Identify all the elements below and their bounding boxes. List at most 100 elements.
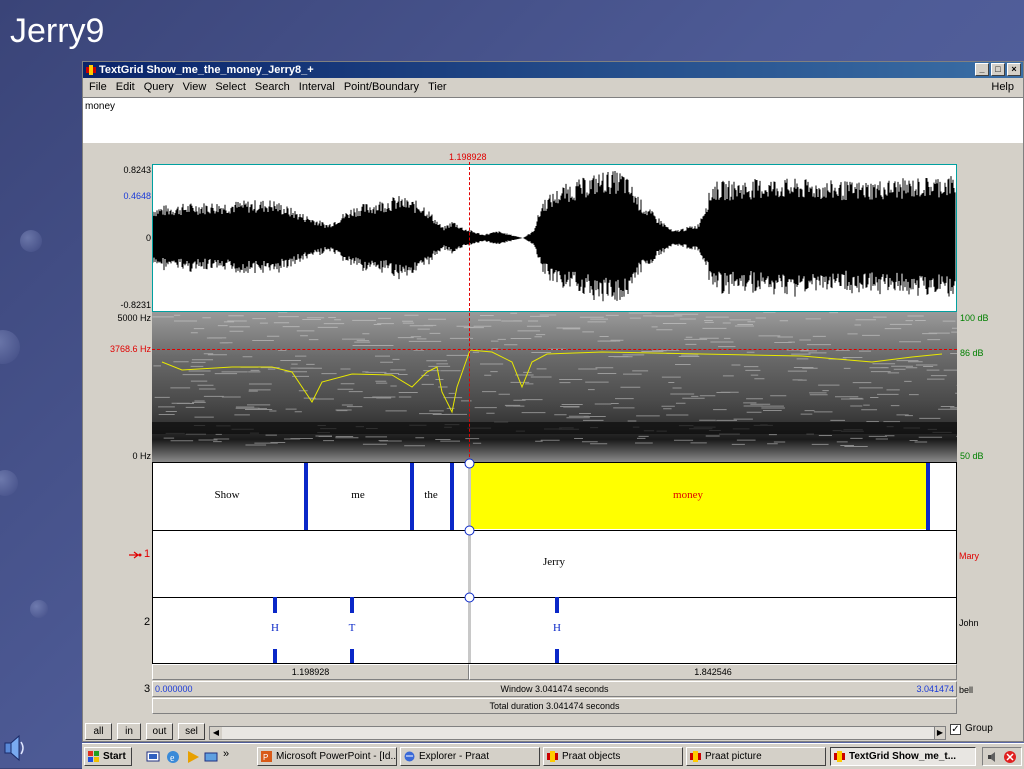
tier3-point[interactable]	[350, 649, 354, 663]
tier1-boundary[interactable]	[410, 463, 414, 530]
bottom-controls: all in out sel ◀ ▶ ✓ Group	[83, 719, 1023, 741]
praat-icon	[834, 751, 845, 762]
right-duration-bar[interactable]: 1.842546	[469, 664, 957, 680]
zoom-sel-button[interactable]: sel	[178, 723, 205, 740]
db-top-label: 100 dB	[960, 313, 989, 323]
menu-bar: File Edit Query View Select Search Interval Poi…	[83, 79, 1023, 96]
volume-icon[interactable]	[987, 750, 1001, 764]
interval-jerry[interactable]: Jerry	[543, 556, 565, 568]
tier1-boundary[interactable]	[304, 463, 308, 530]
system-tray	[982, 747, 1022, 766]
zoom-in-button[interactable]: in	[117, 723, 141, 740]
minimize-button[interactable]: _	[975, 63, 989, 76]
cursor-handle-icon[interactable]	[464, 458, 475, 469]
task-textgrid[interactable]: TextGrid Show_me_t...	[830, 747, 976, 766]
total-duration-bar[interactable]: Total duration 3.041474 seconds	[152, 698, 957, 714]
menu-edit[interactable]: Edit	[116, 81, 135, 93]
cursor-handle-icon[interactable]	[464, 592, 475, 603]
tier3-point[interactable]	[555, 649, 559, 663]
tier-number-1: 1	[144, 548, 151, 560]
editor-canvas[interactable]: 1.198928 0.8243 0.4648 0 -0.8231 5000 Hz…	[83, 145, 1023, 715]
quicklaunch-desktop-icon[interactable]	[146, 750, 160, 764]
textgrid-window: TextGrid Show_me_the_money_Jerry8_+ _ □ …	[82, 61, 1024, 742]
interval-show[interactable]: Show	[214, 489, 239, 501]
task-explorer[interactable]: Explorer - Praat	[400, 747, 540, 766]
tier3-point[interactable]	[555, 597, 559, 613]
quicklaunch-chevron[interactable]: »	[223, 748, 229, 760]
tier-1[interactable]: Show me the money	[153, 463, 956, 531]
explorer-icon	[404, 751, 415, 762]
task-praat-picture[interactable]: Praat picture	[686, 747, 826, 766]
svg-text:e: e	[170, 753, 175, 764]
point-t[interactable]: T	[349, 622, 356, 634]
window-duration-bar[interactable]: 0.000000 Window 3.041474 seconds 3.04147…	[152, 681, 957, 697]
scroll-left-arrow[interactable]: ◀	[210, 727, 222, 739]
menu-help[interactable]: Help	[991, 79, 1014, 96]
quicklaunch-channel-icon[interactable]	[204, 750, 218, 764]
task-praat-objects[interactable]: Praat objects	[543, 747, 683, 766]
cursor-horizontal-line	[152, 349, 957, 350]
group-label: Group	[965, 723, 993, 734]
tier-name-mary: Mary	[959, 551, 979, 561]
tier-3[interactable]: H T H	[153, 597, 956, 663]
cursor-handle-icon[interactable]	[464, 525, 475, 536]
background-bubble	[30, 600, 48, 618]
active-tier-pointer-icon	[129, 551, 142, 559]
tier3-point[interactable]	[350, 597, 354, 613]
close-button[interactable]: ×	[1007, 63, 1021, 76]
interval-money[interactable]: money	[673, 489, 703, 501]
menu-point-boundary[interactable]: Point/Boundary	[344, 81, 419, 93]
zoom-all-button[interactable]: all	[85, 723, 112, 740]
tier-number-2: 2	[144, 616, 151, 628]
tier3-point[interactable]	[273, 649, 277, 663]
svg-text:P: P	[263, 753, 268, 762]
wave-max-label: 0.8243	[123, 165, 151, 175]
tier-2[interactable]: Jerry	[153, 530, 956, 598]
horizontal-scrollbar[interactable]: ◀	[209, 726, 944, 740]
interval-the[interactable]: the	[424, 489, 437, 501]
cursor-line	[469, 162, 471, 462]
praat-icon	[547, 751, 558, 762]
tier1-boundary[interactable]	[450, 463, 454, 530]
interval-text-field[interactable]: money	[83, 97, 1023, 143]
spectrogram-pane[interactable]	[152, 312, 957, 462]
waveform-trace	[153, 170, 956, 302]
menu-search[interactable]: Search	[255, 81, 290, 93]
point-h[interactable]: H	[553, 622, 561, 634]
taskbar: Start e » P Microsoft PowerPoint - [Id..…	[82, 743, 1024, 769]
menu-interval[interactable]: Interval	[299, 81, 335, 93]
maximize-button[interactable]: □	[991, 63, 1005, 76]
textgrid-tiers[interactable]: Show me the money Jerry H T H	[152, 458, 957, 664]
speaker-icon[interactable]	[2, 732, 26, 764]
praat-icon	[690, 751, 701, 762]
tier1-boundary[interactable]	[926, 463, 930, 530]
zoom-out-button[interactable]: out	[146, 723, 173, 740]
group-checkbox[interactable]: ✓	[950, 724, 961, 735]
scroll-right-arrow[interactable]: ▶	[934, 726, 946, 740]
spec-bottom-label: 0 Hz	[132, 451, 151, 461]
point-h[interactable]: H	[271, 622, 279, 634]
menu-file[interactable]: File	[89, 81, 107, 93]
window-titlebar[interactable]: TextGrid Show_me_the_money_Jerry8_+ _ □ …	[83, 62, 1023, 78]
menu-query[interactable]: Query	[144, 81, 174, 93]
window-duration-label: Window 3.041474 seconds	[500, 684, 609, 694]
network-alert-icon[interactable]	[1003, 750, 1017, 764]
tier-cursor-bar	[468, 463, 471, 663]
tier3-point[interactable]	[273, 597, 277, 613]
slide-title: Jerry9	[10, 12, 105, 50]
menu-view[interactable]: View	[183, 81, 207, 93]
interval-me[interactable]: me	[351, 489, 364, 501]
left-duration-bar[interactable]: 1.198928	[152, 664, 469, 680]
tier-number-3: 3	[144, 683, 151, 695]
quicklaunch-media-icon[interactable]	[186, 750, 200, 764]
background-bubble	[0, 470, 18, 496]
wave-zero-label: 0	[145, 233, 151, 243]
task-powerpoint[interactable]: P Microsoft PowerPoint - [Id...	[257, 747, 397, 766]
praat-icon	[86, 65, 96, 75]
menu-select[interactable]: Select	[215, 81, 246, 93]
tier-name-john: John	[959, 618, 979, 628]
start-button[interactable]: Start	[84, 747, 132, 766]
quicklaunch-ie-icon[interactable]: e	[166, 750, 180, 764]
menu-tier[interactable]: Tier	[428, 81, 447, 93]
waveform-pane[interactable]	[152, 164, 957, 312]
